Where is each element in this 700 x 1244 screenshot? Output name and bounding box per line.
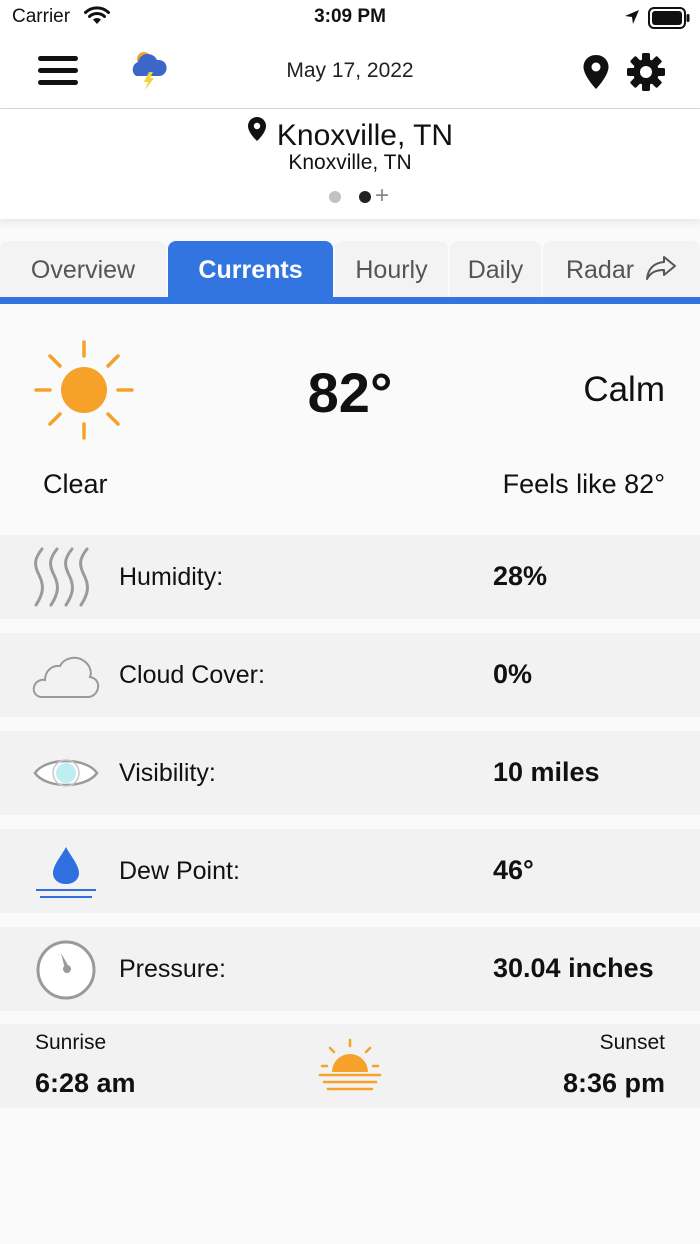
- tab-daily[interactable]: Daily: [450, 241, 541, 298]
- gear-icon[interactable]: [626, 52, 666, 97]
- sunset-time: 8:36 pm: [562, 1068, 665, 1098]
- humidity-value: 28%: [493, 561, 548, 591]
- humidity-icon: [32, 547, 98, 612]
- current-conditions: 82° Calm Clear Feels like 82°: [0, 304, 700, 534]
- tab-radar-label: Radar: [565, 256, 635, 284]
- location-subtitle: Knoxville, TN: [288, 151, 412, 174]
- location-title-row: Knoxville, TN: [0, 116, 700, 154]
- detail-row-pressure: Pressure: 30.04 inches: [0, 927, 700, 1011]
- sunrise-label: Sunrise: [35, 1031, 107, 1054]
- tab-currents[interactable]: Currents: [168, 241, 333, 298]
- status-bar: Carrier 3:09 PM: [0, 0, 700, 36]
- location-panel[interactable]: Knoxville, TN Knoxville, TN +: [0, 109, 700, 219]
- sunrise-time: 6:28 am: [35, 1068, 136, 1098]
- visibility-value: 10 miles: [493, 757, 600, 787]
- add-location-icon[interactable]: +: [375, 182, 389, 210]
- cloud-icon: [32, 645, 100, 710]
- location-marker-icon: [247, 116, 267, 150]
- eye-icon: [32, 743, 100, 808]
- feels-like: Feels like 82°: [502, 469, 665, 499]
- detail-row-visibility: Visibility: 10 miles: [0, 731, 700, 815]
- sunset-icon: [316, 1038, 384, 1103]
- dew-point-label: Dew Point:: [119, 857, 240, 885]
- sun-times-row: Sunrise 6:28 am Sunset 8:36 pm: [0, 1024, 700, 1108]
- condition-text: Clear: [43, 469, 108, 499]
- cloud-cover-label: Cloud Cover:: [119, 661, 265, 689]
- app-header: May 17, 2022: [0, 36, 700, 109]
- tab-underline: [0, 297, 700, 304]
- pressure-label: Pressure:: [119, 955, 226, 983]
- share-arrow-icon: [646, 256, 677, 281]
- visibility-label: Visibility:: [119, 759, 216, 787]
- tab-radar[interactable]: Radar: [543, 241, 700, 298]
- location-arrow-icon: [624, 9, 640, 30]
- status-time: 3:09 PM: [314, 6, 386, 27]
- detail-row-dew-point: Dew Point: 46°: [0, 829, 700, 913]
- cloud-cover-value: 0%: [493, 659, 533, 689]
- dew-point-value: 46°: [493, 855, 534, 885]
- detail-row-humidity: Humidity: 28%: [0, 535, 700, 619]
- pressure-value: 30.04 inches: [493, 953, 654, 983]
- tab-overview[interactable]: Overview: [0, 241, 166, 298]
- location-title: Knoxville, TN: [276, 119, 454, 152]
- wind-status: Calm: [583, 370, 665, 409]
- tab-hourly[interactable]: Hourly: [335, 241, 448, 298]
- pressure-gauge-icon: [32, 939, 100, 1006]
- sunset-label: Sunset: [599, 1031, 665, 1054]
- battery-icon: [648, 7, 690, 34]
- detail-row-cloud-cover: Cloud Cover: 0%: [0, 633, 700, 717]
- page-dot[interactable]: [329, 191, 341, 203]
- location-pin-icon[interactable]: [582, 54, 610, 95]
- page-dot-active[interactable]: [359, 191, 371, 203]
- tab-bar: Overview Currents Hourly Daily Radar: [0, 241, 700, 305]
- dew-drop-icon: [32, 841, 100, 908]
- humidity-label: Humidity:: [119, 563, 224, 591]
